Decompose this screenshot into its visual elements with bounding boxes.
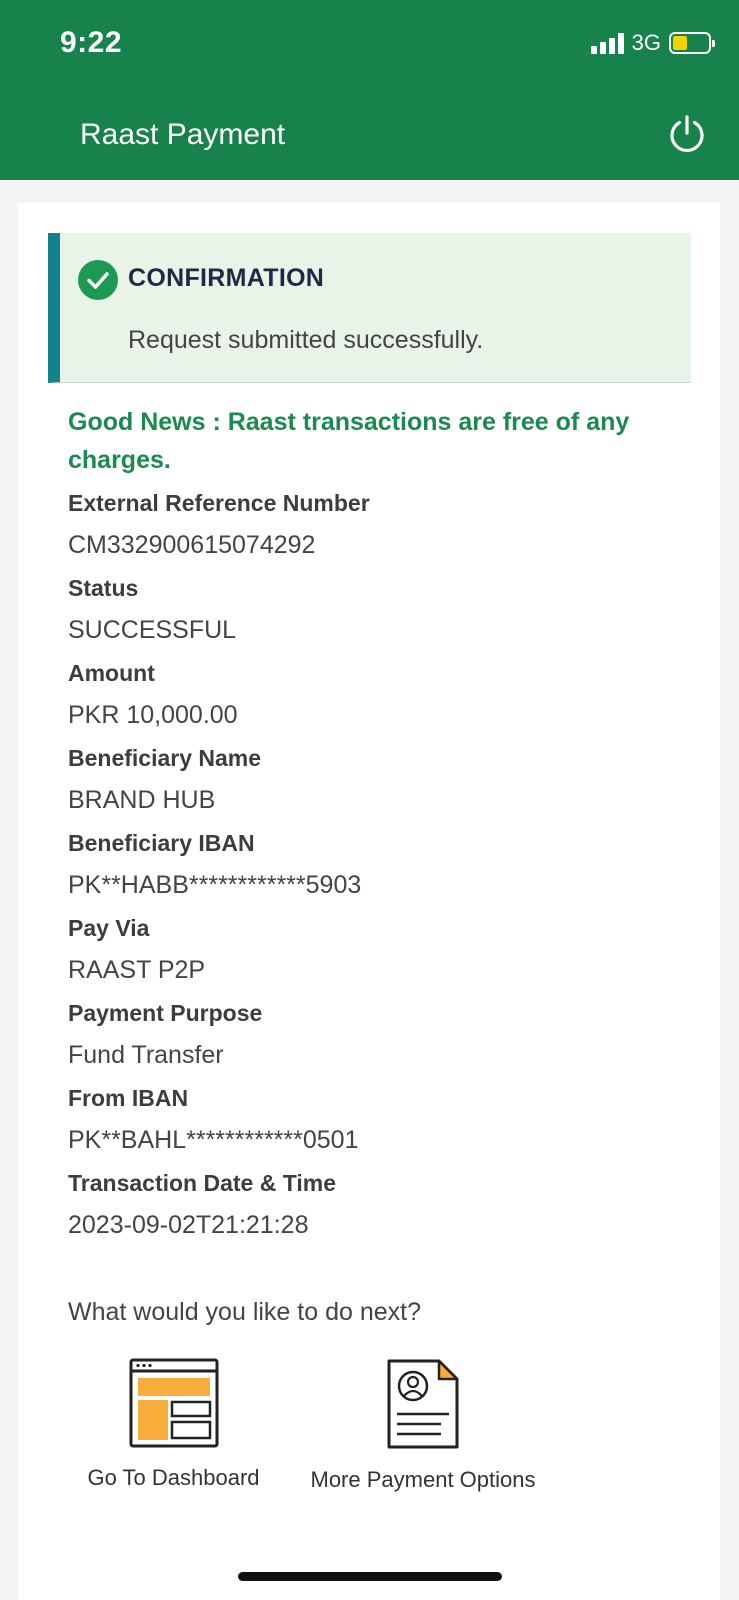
detail-label: External Reference Number: [68, 490, 370, 516]
detail-label: Status: [68, 575, 139, 601]
network-type: 3G: [631, 30, 661, 55]
home-indicator[interactable]: [238, 1572, 502, 1581]
next-steps-question: What would you like to do next?: [68, 1298, 421, 1326]
status-time: 9:22: [60, 26, 123, 59]
detail-value: PKR 10,000.00: [68, 701, 238, 729]
detail-label: Beneficiary IBAN: [68, 830, 255, 856]
signal-icon: [590, 32, 624, 54]
status-bar: 9:22 3G: [0, 0, 739, 90]
detail-value: CM332900615074292: [68, 531, 316, 559]
check-circle-icon: [78, 260, 118, 300]
detail-label: Payment Purpose: [68, 1000, 263, 1026]
power-icon[interactable]: [665, 112, 709, 156]
detail-value: Fund Transfer: [68, 1041, 224, 1069]
payment-document-icon: [386, 1358, 460, 1455]
status-indicators: 3G: [590, 30, 715, 56]
detail-value: SUCCESSFUL: [68, 616, 237, 644]
detail-label: From IBAN: [68, 1085, 189, 1111]
confirmation-message: Request submitted successfully.: [128, 326, 484, 354]
detail-value: 2023-09-02T21:21:28: [68, 1211, 309, 1239]
dashboard-icon: [129, 1358, 219, 1453]
detail-value: PK**HABB************5903: [68, 871, 362, 899]
detail-value: BRAND HUB: [68, 786, 216, 814]
detail-label: Beneficiary Name: [68, 745, 262, 771]
detail-label: Pay Via: [68, 915, 150, 941]
battery-icon: [669, 32, 715, 54]
confirmation-title: CONFIRMATION: [128, 264, 325, 292]
page-title: Raast Payment: [80, 118, 286, 151]
go-to-dashboard-label: Go To Dashboard: [87, 1465, 260, 1490]
detail-label: Amount: [68, 660, 155, 686]
more-payment-options-label: More Payment Options: [310, 1467, 536, 1492]
transaction-details: External Reference Number CM332900615074…: [68, 483, 688, 1248]
app-header: Raast Payment: [0, 90, 739, 180]
more-payment-options-button[interactable]: More Payment Options: [298, 1358, 548, 1493]
detail-value: PK**BAHL************0501: [68, 1126, 359, 1154]
detail-value: RAAST P2P: [68, 956, 206, 984]
free-charges-notice: Good News : Raast transactions are free …: [68, 408, 630, 474]
receipt-card: CONFIRMATION Request submitted successfu…: [18, 203, 720, 1600]
detail-label: Transaction Date & Time: [68, 1170, 336, 1196]
go-to-dashboard-button[interactable]: Go To Dashboard: [76, 1358, 271, 1491]
confirmation-banner: CONFIRMATION Request submitted successfu…: [48, 233, 691, 383]
